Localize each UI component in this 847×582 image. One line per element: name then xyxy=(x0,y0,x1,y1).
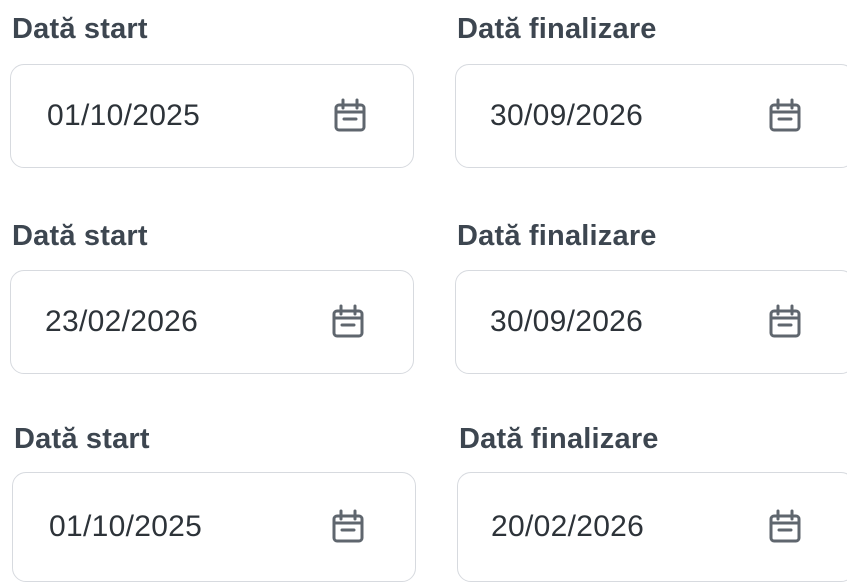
end-date-value[interactable]: 20/02/2026 xyxy=(491,512,644,542)
calendar-icon[interactable] xyxy=(331,304,365,340)
end-date-value[interactable]: 30/09/2026 xyxy=(490,307,643,337)
start-date-value[interactable]: 01/10/2025 xyxy=(47,101,200,131)
calendar-icon[interactable] xyxy=(333,98,367,134)
end-date-label: Dată finalizare xyxy=(459,423,659,455)
start-date-label: Dată start xyxy=(14,423,150,455)
start-date-value[interactable]: 23/02/2026 xyxy=(45,307,198,337)
calendar-icon[interactable] xyxy=(331,509,365,545)
end-date-field[interactable]: 30/09/2026 xyxy=(455,64,847,168)
calendar-icon[interactable] xyxy=(768,304,802,340)
calendar-icon[interactable] xyxy=(768,509,802,545)
start-date-value[interactable]: 01/10/2025 xyxy=(49,512,202,542)
start-date-label: Dată start xyxy=(12,13,148,45)
end-date-label: Dată finalizare xyxy=(457,13,657,45)
end-date-value[interactable]: 30/09/2026 xyxy=(490,101,643,131)
calendar-icon[interactable] xyxy=(768,98,802,134)
end-date-field[interactable]: 20/02/2026 xyxy=(457,472,847,582)
start-date-field[interactable]: 01/10/2025 xyxy=(10,64,414,168)
start-date-label: Dată start xyxy=(12,220,148,252)
start-date-field[interactable]: 23/02/2026 xyxy=(10,270,414,374)
end-date-field[interactable]: 30/09/2026 xyxy=(455,270,847,374)
end-date-label: Dată finalizare xyxy=(457,220,657,252)
start-date-field[interactable]: 01/10/2025 xyxy=(12,472,416,582)
